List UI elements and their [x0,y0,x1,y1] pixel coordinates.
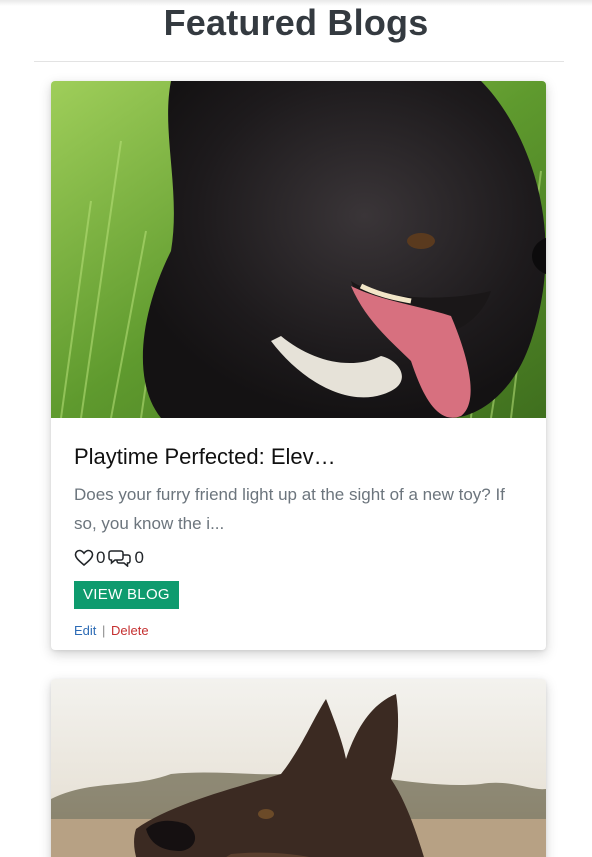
heart-icon [74,549,94,567]
blog-title[interactable]: Playtime Perfected: Elev… [74,442,523,472]
blog-card: Playtime Perfected: Elev… Does your furr… [51,81,546,650]
action-separator: | [102,623,106,638]
page-title: Featured Blogs [163,2,429,43]
blog-admin-actions: Edit | Delete [74,623,523,638]
blog-card [51,679,546,857]
delete-link[interactable]: Delete [111,623,149,638]
featured-blogs-page: Featured Blogs Playtime Perfected: Elev…… [0,0,592,857]
likes-count: 0 [96,548,106,567]
likes-stat[interactable]: 0 [74,548,105,568]
comments-count: 0 [134,548,144,567]
title-divider [34,61,564,62]
edit-link[interactable]: Edit [74,623,96,638]
comments-icon [108,550,132,567]
blog-excerpt: Does your furry friend light up at the s… [74,485,505,533]
blog-image-german-shepherd[interactable] [51,679,546,857]
blog-image-dog-black[interactable] [51,81,546,418]
view-blog-button[interactable]: VIEW BLOG [74,581,179,609]
blog-card-body: Playtime Perfected: Elev… Does your furr… [51,418,546,638]
blog-stats: 0 0 [74,546,523,570]
comments-stat[interactable]: 0 [108,548,144,568]
